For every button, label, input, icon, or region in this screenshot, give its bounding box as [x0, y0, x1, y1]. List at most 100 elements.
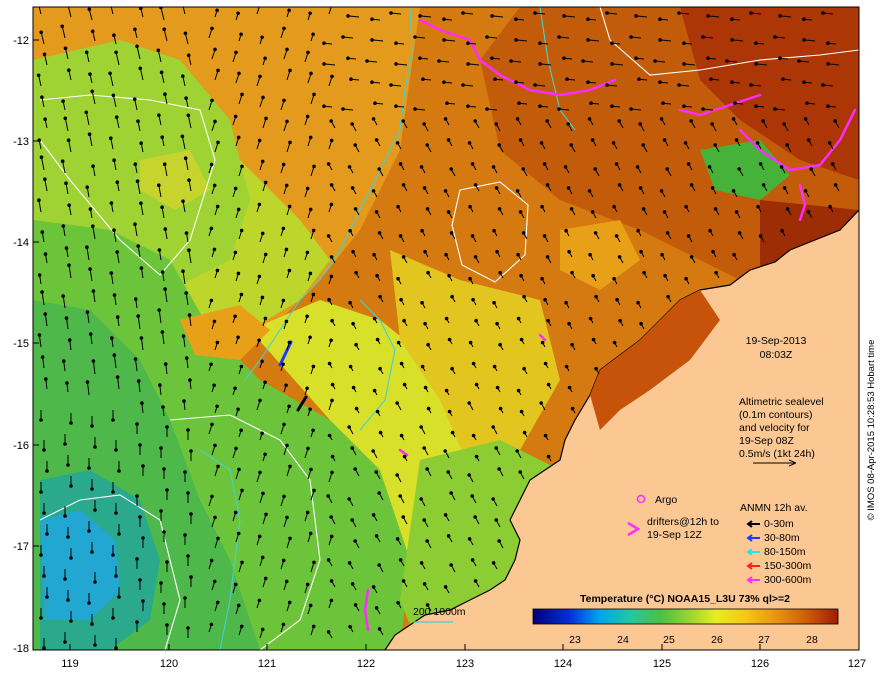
velocity-arrow-head [44, 377, 48, 381]
velocity-arrow-head [353, 603, 358, 607]
velocity-arrow-head [282, 26, 286, 31]
velocity-arrow-head [115, 375, 120, 379]
velocity-arrow-head [485, 107, 489, 111]
velocity-arrow-head [39, 418, 43, 422]
velocity-arrow-head [444, 316, 449, 321]
velocity-arrow-head [209, 162, 214, 167]
velocity-arrow-head [165, 560, 169, 564]
velocity-arrow-head [114, 448, 118, 452]
velocity-arrow-head [396, 600, 400, 605]
velocity-arrow-head [330, 318, 334, 323]
velocity-arrow-head [491, 561, 496, 565]
velocity-arrow-head [264, 116, 268, 121]
velocity-arrow-head [515, 449, 519, 453]
velocity-arrow-head [730, 38, 734, 42]
velocity-arrow-head [212, 579, 217, 584]
velocity-arrow-head [284, 183, 289, 188]
velocity-arrow-head [329, 534, 334, 539]
velocity-arrow-head [446, 138, 451, 142]
velocity-arrow-head [444, 252, 448, 257]
colorbar-tick: 25 [663, 634, 675, 646]
velocity-arrow-head [141, 464, 145, 468]
velocity-arrow-head [88, 332, 93, 336]
velocity-arrow-head [213, 47, 217, 52]
lon-label: 123 [456, 658, 474, 670]
velocity-arrow-head [42, 574, 46, 578]
velocity-arrow-head [542, 234, 547, 238]
velocity-arrow-head [666, 294, 670, 299]
velocity-arrow-head [109, 271, 114, 275]
velocity-arrow-head [495, 321, 499, 326]
velocity-arrow-head [305, 186, 310, 191]
velocity-arrow-head [263, 180, 268, 185]
velocity-arrow-head [40, 95, 44, 99]
velocity-arrow-head [282, 98, 286, 103]
velocity-arrow-head [471, 361, 476, 366]
velocity-arrow-head [354, 270, 358, 275]
velocity-arrow-head [710, 122, 714, 126]
velocity-arrow-head [677, 11, 681, 15]
velocity-arrow-head [287, 268, 292, 273]
velocity-arrow-head [471, 433, 476, 438]
velocity-arrow-head [350, 122, 355, 126]
velocity-arrow-head [533, 83, 537, 87]
velocity-arrow-head [326, 494, 331, 498]
velocity-arrow-head [111, 616, 115, 620]
velocity-arrow-head [354, 342, 358, 347]
velocity-arrow-head [372, 388, 377, 393]
velocity-arrow-head [348, 624, 352, 629]
velocity-arrow-head [329, 338, 333, 343]
velocity-arrow-head [236, 603, 241, 608]
velocity-arrow-head [663, 273, 667, 278]
velocity-arrow-head [826, 104, 830, 108]
velocity-arrow-head [733, 101, 737, 105]
velocity-arrow-head [806, 138, 811, 142]
velocity-arrow-head [236, 531, 241, 536]
velocity-arrow-head [239, 292, 244, 297]
velocity-arrow-head [111, 553, 115, 557]
velocity-arrow-head [782, 186, 787, 190]
velocity-arrow-head [209, 226, 214, 231]
velocity-arrow-head [522, 430, 527, 435]
velocity-arrow-head [594, 366, 598, 371]
velocity-arrow-head [165, 623, 169, 627]
velocity-arrow-head [781, 77, 785, 81]
velocity-arrow-head [69, 619, 73, 623]
lat-label: -15 [13, 338, 29, 350]
velocity-arrow-head [402, 454, 407, 459]
velocity-arrow-head [545, 119, 549, 123]
velocity-arrow-head [353, 539, 358, 543]
velocity-arrow-head [305, 314, 309, 319]
velocity-arrow-head [311, 228, 316, 233]
velocity-arrow-head [701, 35, 705, 39]
velocity-arrow-head [260, 627, 265, 632]
velocity-arrow-head [234, 50, 238, 55]
velocity-arrow-head [263, 452, 267, 457]
velocity-arrow-head [210, 98, 214, 103]
anmn-label: 300-600m [764, 574, 812, 586]
velocity-arrow-head [474, 382, 479, 387]
anmn-label: 0-30m [764, 518, 794, 530]
velocity-arrow-head [111, 93, 116, 98]
velocity-arrow-head [642, 270, 646, 275]
velocity-arrow-head [591, 337, 596, 342]
velocity-arrow-head [260, 231, 265, 236]
velocity-arrow-head [492, 228, 496, 233]
velocity-arrow-head [281, 362, 285, 367]
velocity-arrow-head [497, 539, 502, 543]
velocity-arrow-head [689, 255, 694, 259]
velocity-arrow-head [236, 335, 240, 340]
velocity-arrow-head [210, 494, 214, 499]
velocity-arrow-head [160, 330, 165, 334]
velocity-arrow-head [42, 646, 46, 650]
velocity-arrow-head [498, 342, 502, 347]
velocity-arrow-head [371, 189, 376, 193]
velocity-arrow-head [61, 99, 65, 103]
velocity-arrow-head [212, 383, 216, 388]
velocity-arrow-head [563, 165, 568, 169]
velocity-arrow-head [566, 186, 571, 190]
velocity-arrow-head [491, 425, 496, 429]
velocity-arrow-head [40, 355, 45, 359]
velocity-arrow-head [183, 156, 188, 160]
velocity-arrow-head [114, 511, 118, 515]
